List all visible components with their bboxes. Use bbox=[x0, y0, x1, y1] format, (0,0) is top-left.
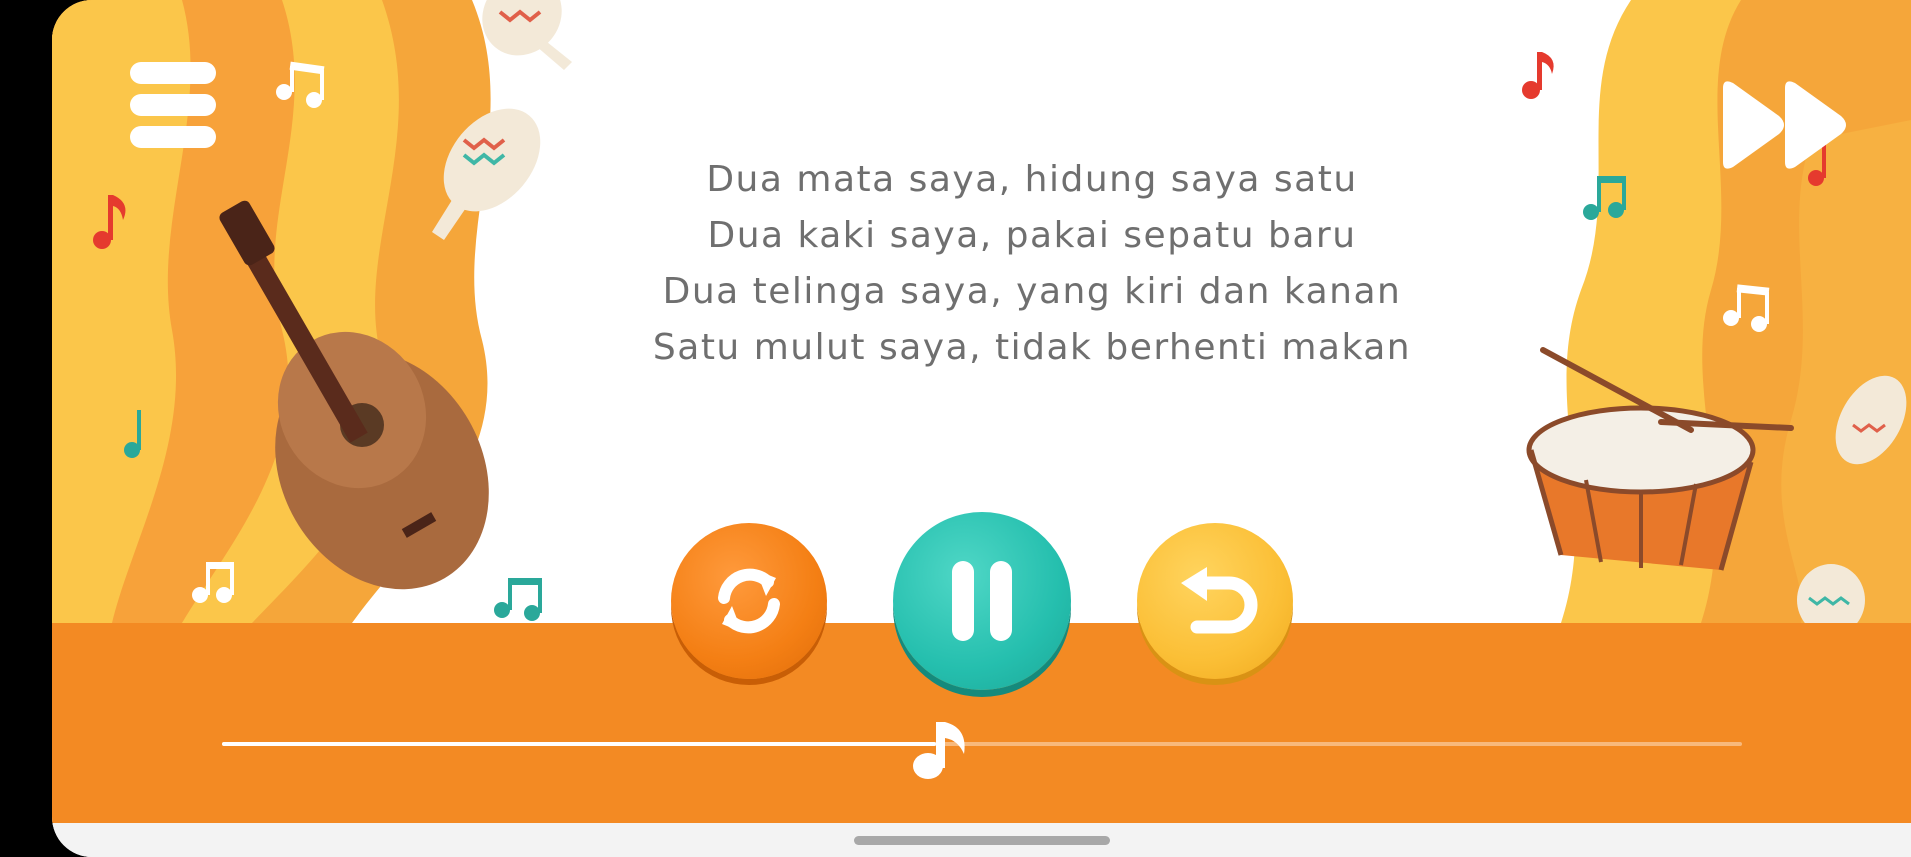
lyrics-line-4: Satu mulut saya, tidak berhenti makan bbox=[652, 327, 1412, 368]
fast-forward-icon bbox=[1723, 81, 1846, 169]
lyrics-line-3: Dua telinga saya, yang kiri dan kanan bbox=[662, 271, 1402, 312]
music-note-icon bbox=[913, 722, 965, 779]
menu-button[interactable] bbox=[130, 62, 216, 158]
hamburger-menu-icon bbox=[130, 62, 216, 84]
replay-back-button[interactable] bbox=[1137, 523, 1293, 679]
hamburger-menu-icon-bar bbox=[130, 126, 216, 148]
progress-thumb[interactable] bbox=[906, 714, 976, 784]
player-screen: Dua mata saya, hidung saya satu Dua kaki… bbox=[52, 0, 1911, 857]
replay-back-icon bbox=[1181, 567, 1258, 634]
repeat-icon bbox=[718, 568, 780, 634]
repeat-button[interactable] bbox=[671, 523, 827, 679]
lyrics-block: Dua mata saya, hidung saya satu Dua kaki… bbox=[572, 152, 1492, 376]
pause-button[interactable] bbox=[893, 512, 1071, 690]
progress-fill bbox=[222, 742, 937, 746]
pause-icon bbox=[952, 561, 1012, 641]
lyrics-line-2: Dua kaki saya, pakai sepatu baru bbox=[707, 215, 1357, 256]
skip-forward-button[interactable] bbox=[1719, 78, 1851, 172]
lyrics-line-1: Dua mata saya, hidung saya satu bbox=[706, 159, 1358, 200]
home-indicator[interactable] bbox=[854, 836, 1110, 845]
progress-track[interactable] bbox=[222, 742, 1742, 746]
hamburger-menu-icon-bar bbox=[130, 94, 216, 116]
